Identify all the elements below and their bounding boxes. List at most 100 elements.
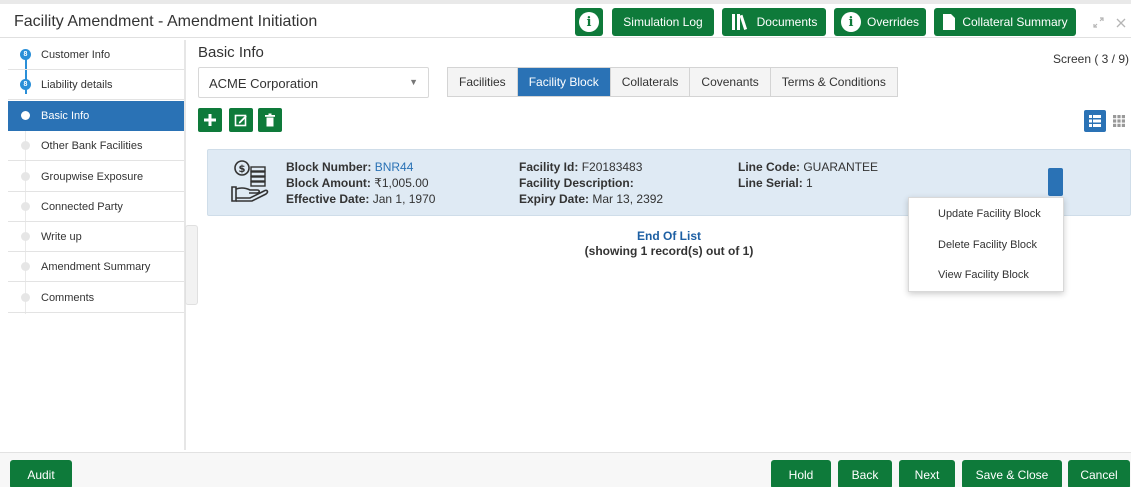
sidebar-item-amendment-summary[interactable]: Amendment Summary (8, 252, 184, 282)
info-icon: i (840, 12, 861, 32)
close-icon[interactable] (1116, 17, 1126, 31)
sidebar-item-label: Connected Party (41, 201, 123, 213)
expiry-date-field: Expiry Date: Mar 13, 2392 (519, 192, 663, 206)
line-code-field: Line Code: GUARANTEE (738, 160, 878, 174)
sidebar-item-connected-party[interactable]: Connected Party (8, 192, 184, 222)
menu-item-update-facility-block[interactable]: Update Facility Block (909, 199, 1063, 229)
sidebar-item-label: Basic Info (41, 110, 90, 122)
list-view-icon (1089, 115, 1101, 127)
grid-view-button[interactable] (1109, 110, 1129, 132)
line-code-value: GUARANTEE (803, 160, 879, 174)
effective-date-label: Effective Date: (286, 192, 370, 206)
footer-bar: Audit Hold Back Next Save & Close Cancel (0, 452, 1131, 487)
step-pending-icon (21, 232, 30, 241)
block-amount-label: Block Amount: (286, 176, 371, 190)
block-amount-value: ₹1,005.00 (374, 176, 429, 190)
line-serial-label: Line Serial: (738, 176, 803, 190)
sidebar-item-groupwise-exposure[interactable]: Groupwise Exposure (8, 162, 184, 192)
expiry-date-label: Expiry Date: (519, 192, 590, 206)
add-icon (204, 114, 216, 126)
info-icon: i (579, 12, 599, 32)
overrides-label: Overrides (866, 15, 919, 29)
end-of-list-text: End Of List (637, 229, 701, 243)
card-actions-button[interactable] (1048, 168, 1063, 196)
block-amount-field: Block Amount: ₹1,005.00 (286, 176, 429, 190)
collateral-summary-label: Collateral Summary (962, 15, 1068, 29)
save-close-button[interactable]: Save & Close (962, 460, 1062, 487)
svg-text:$: $ (239, 164, 246, 175)
documents-icon (731, 13, 751, 31)
expiry-date-value: Mar 13, 2392 (592, 192, 664, 206)
sidebar-item-other-bank-facilities[interactable]: Other Bank Facilities (8, 131, 184, 161)
step-complete-icon: 8 (20, 49, 31, 60)
step-pending-icon (21, 141, 30, 150)
sidebar-resize-handle[interactable] (185, 225, 198, 305)
step-current-icon (21, 111, 30, 120)
block-number-label: Block Number: (286, 160, 372, 174)
line-serial-value: 1 (806, 176, 813, 190)
add-button[interactable] (198, 108, 222, 132)
documents-label: Documents (756, 15, 818, 29)
simulation-log-button[interactable]: Simulation Log (612, 8, 714, 36)
effective-date-value: Jan 1, 1970 (372, 192, 436, 206)
sidebar-item-label: Amendment Summary (41, 261, 151, 273)
tab-covenants[interactable]: Covenants (690, 68, 771, 96)
page-title: Facility Amendment - Amendment Initiatio… (14, 13, 318, 30)
tab-facilities[interactable]: Facilities (448, 68, 518, 96)
sidebar-item-basic-info[interactable]: Basic Info (8, 101, 184, 131)
edit-icon (234, 114, 247, 127)
tab-facility-block[interactable]: Facility Block (517, 68, 611, 96)
sidebar-item-label: Other Bank Facilities (41, 140, 143, 152)
hold-button[interactable]: Hold (771, 460, 831, 487)
customer-select[interactable]: ACME Corporation ▼ (198, 67, 429, 98)
screen-indicator: Screen ( 3 / 9) (1052, 52, 1129, 66)
cancel-button[interactable]: Cancel (1068, 460, 1130, 487)
step-pending-icon (21, 172, 30, 181)
menu-item-view-facility-block[interactable]: View Facility Block (909, 260, 1063, 290)
sidebar-item-liability-details[interactable]: 8 Liability details (8, 70, 184, 100)
tab-terms-conditions[interactable]: Terms & Conditions (771, 68, 897, 96)
section-title: Basic Info (198, 44, 264, 61)
facility-description-field: Facility Description: (519, 176, 634, 190)
collateral-summary-button[interactable]: Collateral Summary (934, 8, 1076, 36)
tab-collaterals[interactable]: Collaterals (611, 68, 691, 96)
facility-id-value: F20183483 (581, 160, 643, 174)
money-hand-icon: $ (230, 158, 270, 209)
sidebar-item-write-up[interactable]: Write up (8, 222, 184, 252)
list-view-button[interactable] (1084, 110, 1106, 132)
delete-button[interactable] (258, 108, 282, 132)
next-button[interactable]: Next (899, 460, 955, 487)
audit-button[interactable]: Audit (10, 460, 72, 487)
customer-select-value: ACME Corporation (209, 76, 319, 91)
sidebar: 8 Customer Info 8 Liability details Basi… (8, 40, 184, 452)
step-pending-icon (21, 262, 30, 271)
facility-description-label: Facility Description: (519, 176, 634, 190)
sidebar-item-comments[interactable]: Comments (8, 283, 184, 313)
collateral-icon (942, 13, 956, 31)
menu-item-delete-facility-block[interactable]: Delete Facility Block (909, 230, 1063, 260)
facility-id-field: Facility Id: F20183483 (519, 160, 642, 174)
line-serial-field: Line Serial: 1 (738, 176, 813, 190)
sidebar-item-label: Write up (41, 231, 82, 243)
sidebar-item-label: Customer Info (41, 49, 111, 61)
step-complete-icon: 8 (20, 79, 31, 90)
list-status: End Of List (showing 1 record(s) out of … (530, 229, 808, 259)
effective-date-field: Effective Date: Jan 1, 1970 (286, 192, 435, 206)
block-number-field: Block Number: BNR44 (286, 160, 413, 174)
facility-id-label: Facility Id: (519, 160, 579, 174)
block-number-link[interactable]: BNR44 (375, 160, 414, 174)
record-count-text: (showing 1 record(s) out of 1) (584, 244, 754, 258)
step-pending-icon (21, 202, 30, 211)
step-pending-icon (21, 293, 30, 302)
info-button[interactable]: i (575, 8, 603, 36)
minimize-icon[interactable] (1093, 17, 1104, 31)
simulation-log-label: Simulation Log (623, 15, 703, 29)
overrides-button[interactable]: i Overrides (834, 8, 926, 36)
edit-button[interactable] (229, 108, 253, 132)
sidebar-item-customer-info[interactable]: 8 Customer Info (8, 40, 184, 70)
chevron-down-icon: ▼ (409, 77, 418, 87)
line-code-label: Line Code: (738, 160, 800, 174)
documents-button[interactable]: Documents (722, 8, 826, 36)
back-button[interactable]: Back (838, 460, 892, 487)
card-context-menu: Update Facility Block Delete Facility Bl… (908, 197, 1064, 292)
